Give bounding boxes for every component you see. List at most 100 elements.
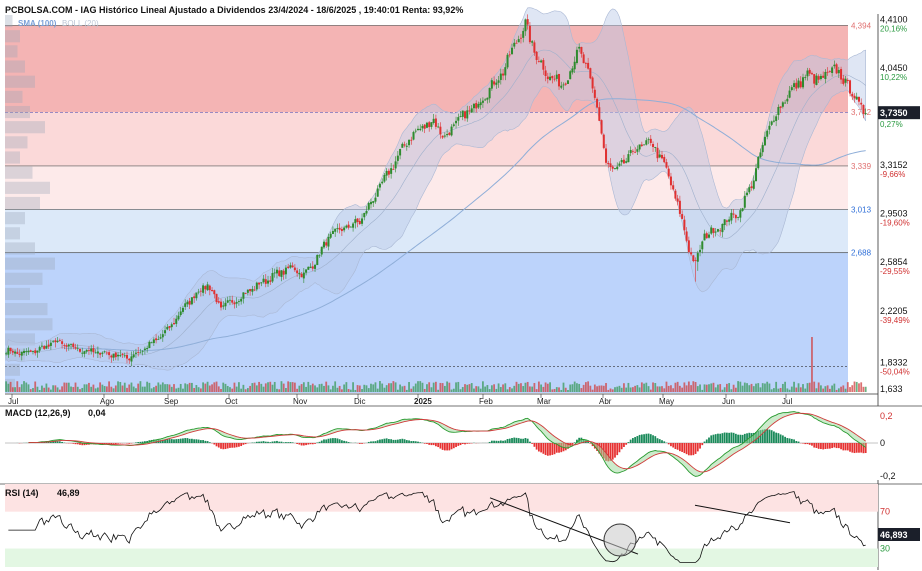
candle: [643, 144, 646, 146]
candle: [385, 170, 388, 176]
volume-bar: [499, 387, 502, 392]
macd-histogram-bar: [643, 434, 645, 443]
volume-bar: [741, 385, 744, 392]
macd-histogram-bar: [177, 438, 180, 443]
volume-bar: [840, 386, 842, 392]
volume-bar: [461, 387, 464, 392]
macd-histogram-bar: [719, 433, 722, 443]
candle: [526, 19, 529, 25]
volume-bar: [365, 385, 368, 392]
volume-bar: [213, 382, 216, 392]
candle: [416, 128, 420, 131]
candle: [562, 84, 565, 86]
macd-histogram-bar: [206, 441, 209, 443]
candle: [611, 166, 614, 169]
macd-histogram-bar: [455, 443, 457, 448]
volume-bar: [504, 383, 507, 392]
candle: [282, 270, 285, 275]
macd-histogram-bar: [56, 441, 59, 443]
macd-histogram-bar: [370, 441, 372, 443]
macd-histogram-bar: [835, 443, 838, 449]
macd-histogram-bar: [855, 443, 858, 453]
macd-histogram-bar: [307, 443, 310, 445]
candle: [271, 273, 274, 282]
candle: [788, 90, 791, 98]
candle: [864, 113, 867, 115]
volume-bar: [743, 382, 746, 392]
candle: [719, 230, 722, 232]
macd-histogram-bar: [493, 440, 495, 443]
candle: [54, 340, 57, 343]
volume-bar: [708, 384, 710, 392]
macd-histogram-bar: [195, 439, 198, 443]
candle: [573, 61, 576, 70]
candle: [730, 212, 733, 221]
macd-histogram-bar: [336, 438, 339, 443]
macd-histogram-bar: [139, 441, 142, 443]
volume-bar: [90, 386, 93, 392]
candle: [728, 219, 731, 222]
macd-histogram-bar: [544, 443, 547, 456]
candle: [262, 278, 265, 283]
volume-bar: [564, 387, 567, 392]
macd-histogram-bar: [184, 438, 187, 443]
candle: [34, 350, 37, 354]
candle: [853, 95, 856, 99]
volume-bar: [240, 388, 243, 392]
candle: [374, 197, 377, 202]
volume-bar: [435, 381, 437, 392]
candle: [325, 242, 328, 246]
candle: [287, 266, 290, 269]
volume-bar: [781, 383, 784, 392]
macd-histogram-bar: [367, 441, 370, 443]
volume-bar: [614, 387, 616, 392]
candle: [92, 348, 95, 353]
volume-bar: [520, 383, 522, 392]
macd-histogram-bar: [625, 443, 628, 445]
macd-histogram-bar: [318, 441, 321, 443]
macd-histogram-bar: [813, 443, 816, 448]
volume-bar: [846, 382, 849, 392]
volume-bar: [542, 386, 545, 392]
candle: [540, 60, 543, 63]
volume-bar: [582, 384, 585, 392]
candle: [199, 290, 202, 292]
rsi-value: 46,89: [57, 488, 80, 498]
volume-bar: [517, 383, 520, 392]
candle: [172, 323, 176, 325]
volume-bar: [837, 388, 840, 392]
volume-bar: [253, 382, 256, 392]
candle: [38, 347, 41, 351]
volume-bar: [432, 382, 435, 392]
candle: [96, 351, 99, 354]
candle: [737, 216, 740, 218]
candle: [484, 99, 487, 101]
volume-bar: [302, 382, 305, 392]
candle: [134, 352, 137, 354]
volume-bar: [526, 381, 529, 392]
volume-bar: [296, 388, 299, 392]
volume-bar: [269, 381, 272, 392]
volume-bar: [349, 389, 352, 392]
volume-bar: [679, 385, 681, 392]
candle: [195, 292, 198, 299]
volume-bar: [450, 389, 453, 392]
candle: [249, 288, 252, 292]
candle: [141, 350, 144, 352]
volume-bar: [63, 382, 66, 392]
macd-histogram-bar: [392, 439, 395, 443]
macd-histogram-bar: [741, 434, 744, 443]
candle: [629, 149, 632, 154]
x-tick-label: May: [659, 397, 674, 406]
rsi-tick-70: 70: [880, 507, 890, 517]
volume-bar: [654, 383, 657, 392]
candle: [78, 348, 81, 352]
candle: [376, 188, 379, 197]
candle: [627, 154, 630, 163]
macd-histogram-bar: [773, 431, 775, 443]
macd-histogram-bar: [775, 432, 778, 443]
macd-histogram-bar: [620, 443, 623, 450]
volume-bar: [488, 389, 491, 392]
volume-bar: [29, 389, 32, 392]
macd-histogram-bar: [289, 442, 292, 443]
